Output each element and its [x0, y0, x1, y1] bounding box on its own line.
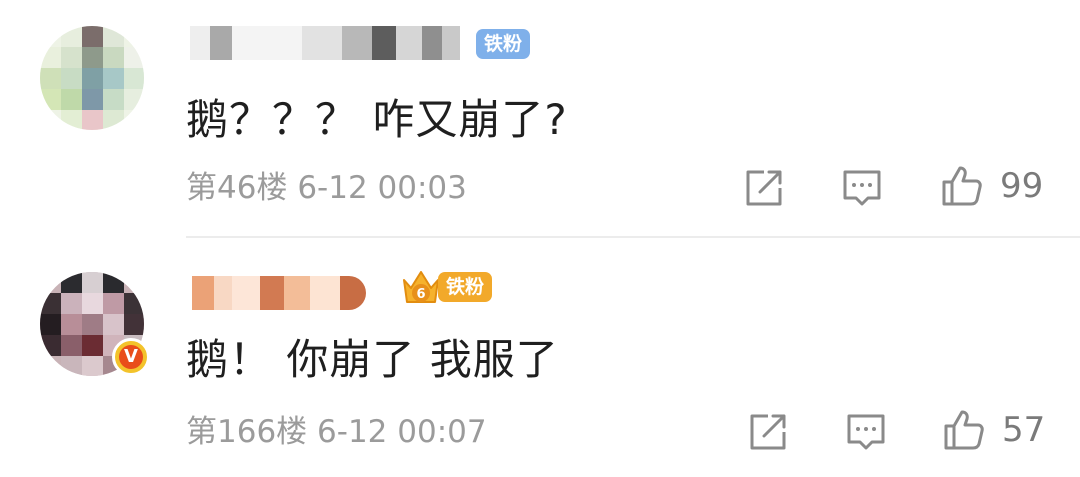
fan-badge[interactable]: 铁粉: [438, 272, 492, 302]
verified-mark: V: [119, 345, 143, 369]
masked-username[interactable]: [192, 276, 392, 310]
verified-badge: V: [112, 338, 150, 376]
fan-badge[interactable]: 铁粉: [476, 29, 530, 59]
comment-meta: 第166楼 6-12 00:07: [186, 412, 487, 452]
comment-meta: 第46楼 6-12 00:03: [186, 168, 467, 208]
reply-icon[interactable]: [844, 410, 888, 454]
comment-time: 00:07: [397, 414, 487, 450]
avatar[interactable]: [40, 26, 144, 130]
masked-username[interactable]: [190, 26, 470, 60]
like-icon[interactable]: [940, 164, 984, 208]
crown-icon: 6: [403, 271, 439, 303]
like-count: 57: [1002, 410, 1046, 450]
share-icon[interactable]: [742, 166, 786, 210]
floor-number: 第166楼: [186, 414, 308, 450]
fan-level: 6: [416, 287, 425, 302]
comment-time: 00:03: [377, 170, 467, 206]
floor-number: 第46楼: [186, 170, 288, 206]
share-icon[interactable]: [746, 410, 790, 454]
comment-text: 鹅？？？ 咋又崩了?: [186, 95, 568, 144]
comment-date: 6-12: [297, 170, 368, 206]
like-icon[interactable]: [942, 408, 986, 452]
comment-text: 鹅！ 你崩了 我服了: [186, 335, 559, 384]
reply-icon[interactable]: [840, 166, 884, 210]
like-count: 99: [1000, 166, 1044, 206]
comment-date: 6-12: [317, 414, 388, 450]
